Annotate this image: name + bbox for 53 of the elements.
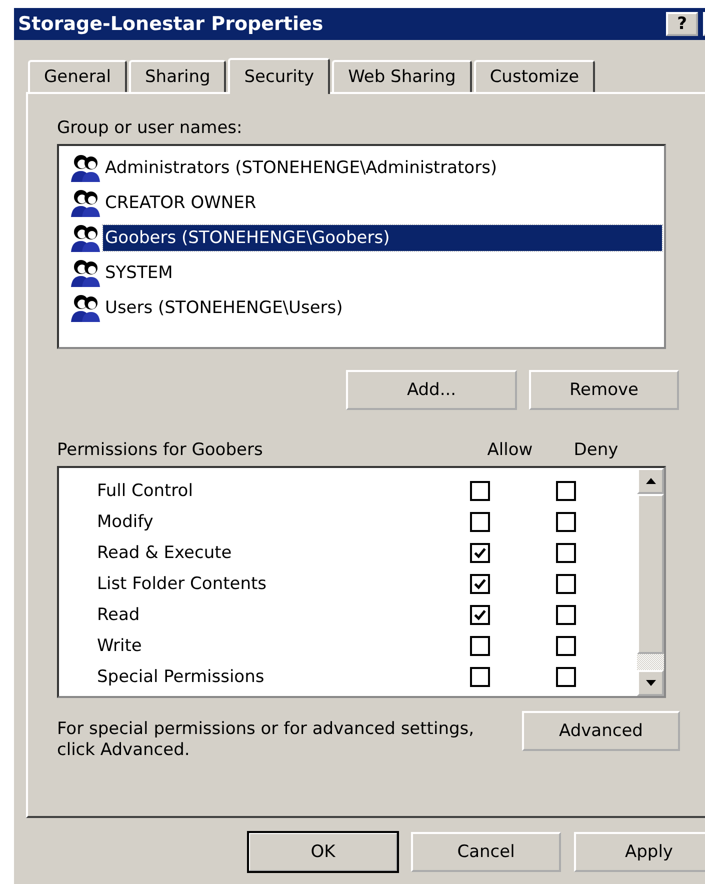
tab[interactable]: General (28, 60, 127, 92)
scroll-down-button[interactable] (637, 670, 664, 696)
dialog-button[interactable]: Cancel (411, 832, 561, 872)
group-list-label: Group or user names: (57, 118, 244, 138)
scrollbar-thumb[interactable] (637, 494, 664, 654)
checkmark-icon (473, 546, 487, 560)
tab[interactable]: Sharing (129, 60, 226, 92)
remove-button[interactable]: Remove (529, 370, 679, 410)
checkbox[interactable] (470, 636, 490, 656)
permission-name: Read (96, 604, 141, 624)
permission-name: Full Control (96, 480, 194, 500)
checkbox[interactable] (470, 574, 490, 594)
permission-name: Write (96, 636, 143, 656)
permission-name: Read & Execute (96, 542, 233, 562)
checkbox[interactable] (556, 666, 576, 686)
tab[interactable]: Customize (474, 60, 596, 92)
checkbox[interactable] (470, 604, 490, 624)
permission-name: Modify (96, 512, 154, 532)
checkbox[interactable] (556, 542, 576, 562)
down-arrow-icon (646, 680, 656, 686)
column-header: Deny (572, 440, 620, 460)
group-list-item[interactable]: SYSTEM (103, 260, 662, 286)
dialog-button[interactable]: Apply (574, 832, 705, 872)
group-list-item[interactable]: Administrators (STONEHENGE\Administrators) (103, 154, 662, 180)
permission-name: Special Permissions (96, 666, 266, 686)
permission-name: List Folder Contents (96, 574, 268, 594)
group-list-item[interactable]: CREATOR OWNER (103, 190, 662, 216)
help-button[interactable]: ? (666, 12, 698, 36)
add-button[interactable]: Add... (346, 370, 517, 410)
up-arrow-icon (646, 478, 656, 484)
checkbox[interactable] (470, 512, 490, 532)
tab[interactable]: Security (228, 58, 330, 94)
group-list[interactable]: Administrators (STONEHENGE\Administrators) CREATOR OWNER Goobers (STONEHENGE\Goobers) SYSTEM Users (STONEHENGE\Users) (57, 144, 666, 349)
permissions-label: Permissions for Goobers (57, 440, 264, 460)
checkmark-icon (473, 608, 487, 622)
advanced-button[interactable]: Advanced (522, 711, 680, 751)
window-title: Storage-Lonestar Properties (18, 13, 324, 35)
checkbox[interactable] (470, 542, 490, 562)
group-list-item[interactable]: Goobers (STONEHENGE\Goobers) (103, 224, 662, 250)
tab[interactable]: Web Sharing (332, 60, 472, 92)
checkbox[interactable] (470, 666, 490, 686)
column-header: Allow (486, 440, 534, 460)
checkbox[interactable] (470, 480, 490, 500)
checkbox[interactable] (556, 574, 576, 594)
checkbox[interactable] (556, 636, 576, 656)
checkmark-icon (473, 576, 487, 590)
checkbox[interactable] (556, 480, 576, 500)
checkbox[interactable] (556, 512, 576, 532)
group-list-item[interactable]: Users (STONEHENGE\Users) (103, 294, 662, 320)
advanced-note: For special permissions or for advanced settings, click Advanced. (57, 719, 476, 762)
checkbox[interactable] (556, 604, 576, 624)
dialog-button[interactable]: OK (248, 832, 398, 872)
scroll-up-button[interactable] (637, 468, 664, 494)
